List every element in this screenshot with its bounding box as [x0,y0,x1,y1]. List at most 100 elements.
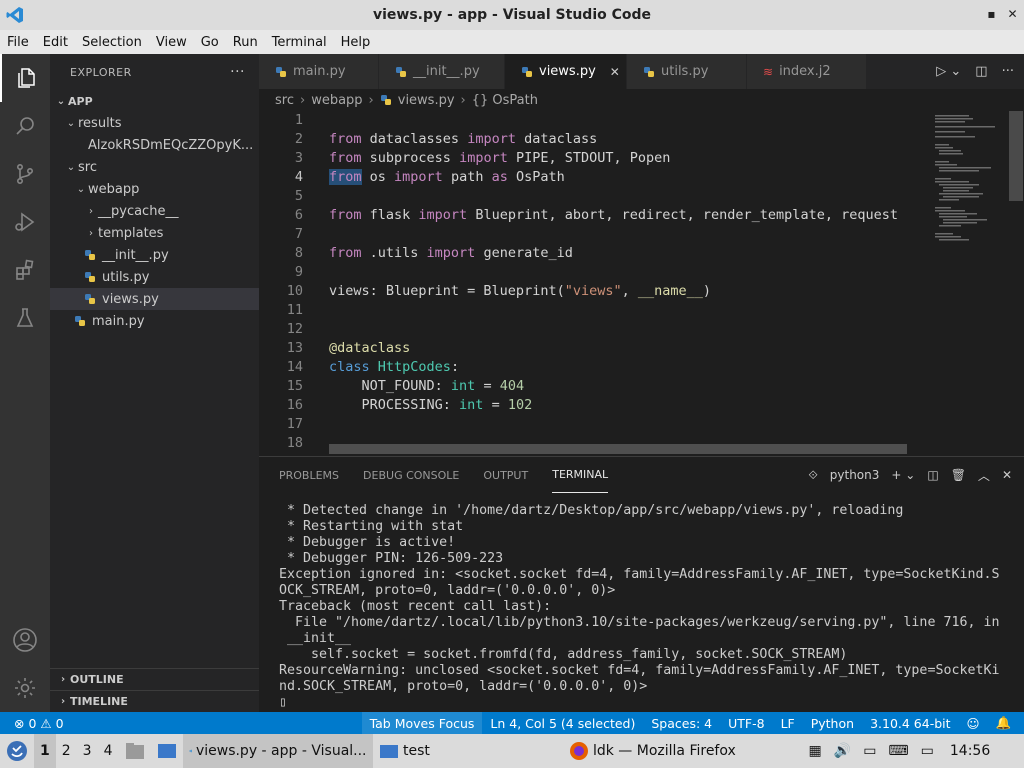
tree-file[interactable]: __init__.py [50,244,259,266]
explorer-icon[interactable] [0,54,50,102]
menu-edit[interactable]: Edit [36,35,75,50]
testing-icon[interactable] [0,294,50,342]
clipboard-icon[interactable]: ▭ [857,734,882,768]
split-editor-icon[interactable]: ◫ [975,64,987,79]
menu-file[interactable]: File [0,35,36,50]
source-control-icon[interactable] [0,150,50,198]
menu-go[interactable]: Go [194,35,226,50]
line-number: 7 [294,226,303,242]
terminal-line: Traceback (most recent call last): [279,599,552,614]
account-icon[interactable] [0,616,50,664]
workspace-2[interactable]: 2 [56,734,77,768]
tree-file[interactable]: AlzokRSDmEQcZZOpyK... [50,134,259,156]
end-of-line[interactable]: LF [773,712,803,734]
python-interpreter[interactable]: 3.10.4 64-bit [862,712,958,734]
breadcrumb-symbol[interactable]: {} OsPath [472,93,538,108]
settings-gear-icon[interactable] [0,664,50,712]
workspace-1[interactable]: 1 [34,734,56,768]
window-title-bar: views.py - app - Visual Studio Code ▪ ✕ [0,0,1024,30]
tab-problems[interactable]: PROBLEMS [279,457,339,493]
menu-help[interactable]: Help [334,35,378,50]
feedback-icon[interactable]: ☺ [959,712,988,734]
tree-folder[interactable]: › __pycache__ [50,200,259,222]
breadcrumb-src[interactable]: src [275,93,294,108]
tree-item-label: src [78,159,97,175]
extensions-icon[interactable] [0,246,50,294]
file-manager-icon[interactable] [119,734,151,768]
tab-terminal[interactable]: TERMINAL [552,457,609,493]
line-number: 18 [286,435,303,451]
terminal-profile-icon: ⟐ [808,467,818,482]
network-icon[interactable]: ⌨ [882,734,914,768]
editor-horizontal-scrollbar[interactable] [329,444,907,454]
menu-selection[interactable]: Selection [75,35,149,50]
language-mode[interactable]: Python [803,712,862,734]
terminal-output[interactable]: * Detected change in '/home/dartz/Deskto… [279,503,1009,711]
tab-focus-mode[interactable]: Tab Moves Focus [361,712,483,734]
breadcrumb-webapp[interactable]: webapp [311,93,362,108]
menu-terminal[interactable]: Terminal [265,35,334,50]
chevron-down-icon: ⌄ [56,95,66,107]
tree-item-label: main.py [92,313,145,329]
notifications-bell-icon[interactable]: 🔔 [988,712,1020,734]
encoding[interactable]: UTF-8 [720,712,772,734]
volume-icon[interactable]: 🔊 [828,734,857,768]
start-menu-icon[interactable] [0,734,34,768]
tree-file[interactable]: views.py [50,288,259,310]
run-file-icon[interactable]: ▷ ⌄ [936,64,961,79]
notification-icon[interactable]: ▭ [915,734,940,768]
taskbar-firefox[interactable]: ldk — Mozilla Firefox [563,734,803,768]
tab-main-py[interactable]: main.py [259,54,379,89]
line-number: 4 [294,169,303,185]
search-icon[interactable] [0,102,50,150]
taskbar-vscode[interactable]: views.py - app - Visual... [182,734,373,768]
tree-folder[interactable]: › templates [50,222,259,244]
tab-output[interactable]: OUTPUT [483,457,528,493]
taskbar-test-folder[interactable]: test [373,734,563,768]
tree-folder[interactable]: ⌄ src [50,156,259,178]
close-tab-icon[interactable]: ✕ [610,65,620,79]
problems-status[interactable]: ⊗ 0 ⚠ 0 [0,712,72,734]
tab-views-py[interactable]: views.py ✕ [505,54,627,89]
code-line: from subprocess import PIPE, STDOUT, Pop… [329,150,671,166]
new-terminal-icon[interactable]: + ⌄ [891,468,915,482]
editor-tabs: main.py __init__.py views.py ✕ utils.py … [259,54,1024,89]
workspace-4[interactable]: 4 [98,734,119,768]
desktop-icon[interactable] [151,734,183,768]
tree-folder[interactable]: ⌄ webapp [50,178,259,200]
run-debug-icon[interactable] [0,198,50,246]
workspace-3[interactable]: 3 [77,734,98,768]
python-file-icon [275,66,287,78]
tab-init-py[interactable]: __init__.py [379,54,505,89]
timeline-section[interactable]: › TIMELINE [50,690,259,712]
close-button[interactable]: ✕ [1005,6,1020,21]
minimize-button[interactable]: ▪ [984,6,999,21]
tree-file[interactable]: main.py [50,310,259,332]
more-actions-icon[interactable]: ··· [1002,64,1014,79]
terminal-selector[interactable]: python3 [830,468,880,482]
breadcrumb-file[interactable]: views.py [398,93,455,108]
editor-vertical-scrollbar[interactable] [1009,111,1023,201]
cursor-position[interactable]: Ln 4, Col 5 (4 selected) [482,712,643,734]
split-terminal-icon[interactable]: ◫ [927,468,938,482]
explorer-sidebar: EXPLORER ··· ⌄ APP ⌄ results AlzokRSDmEQcZ… [50,54,259,712]
tab-debug-console[interactable]: DEBUG CONSOLE [363,457,459,493]
more-actions-icon[interactable]: ··· [230,64,245,80]
indentation[interactable]: Spaces: 4 [643,712,720,734]
outline-section[interactable]: › OUTLINE [50,668,259,690]
menu-run[interactable]: Run [226,35,265,50]
line-number: 8 [294,245,303,261]
tree-folder[interactable]: ⌄ results [50,112,259,134]
monitor-icon[interactable]: ▦ [803,734,828,768]
tree-file[interactable]: utils.py [50,266,259,288]
code-editor[interactable]: 1 2 3 4 5 6 7 8 9 10 11 12 13 14 15 16 17 18 from datacla… [259,111,1024,456]
workspace-root[interactable]: ⌄ APP [50,90,259,112]
kill-terminal-icon[interactable]: 🗑 [951,468,966,482]
maximize-panel-icon[interactable]: ︿ [978,467,990,484]
minimap[interactable] [927,111,1007,456]
tab-index-j2[interactable]: ≋ index.j2 [747,54,867,89]
close-panel-icon[interactable]: ✕ [1002,468,1012,482]
tab-utils-py[interactable]: utils.py [627,54,747,89]
menu-view[interactable]: View [149,35,194,50]
chevron-right-icon: › [60,674,66,685]
